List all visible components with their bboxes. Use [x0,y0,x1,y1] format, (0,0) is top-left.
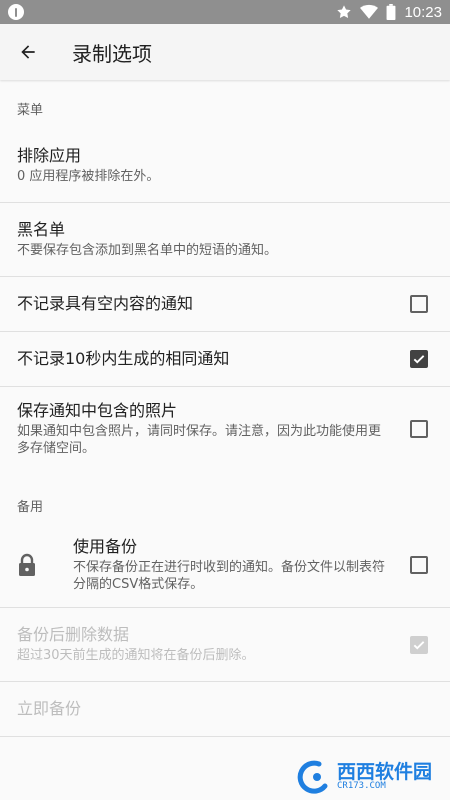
pref-title: 备份后删除数据 [17,625,130,644]
pref-delete-after-backup: 备份后删除数据 超过30天前生成的通知将在备份后删除。 [0,608,450,682]
checkbox-save-photos[interactable] [410,420,428,438]
page-title: 录制选项 [72,41,152,66]
watermark-brand: 西西软件园 [336,761,432,783]
pref-save-photos[interactable]: 保存通知中包含的照片 如果通知中包含照片，请同时保存。请注意，因为此功能使用更多… [0,387,450,471]
check-icon [413,355,425,364]
lock-icon [19,553,35,576]
pref-skip-empty[interactable]: 不记录具有空内容的通知 [0,277,450,332]
settings-list: 菜单 排除应用 0 应用程序被排除在外。 黑名单 不要保存包含添加到黑名单中的短… [0,80,450,737]
watermark-logo: 西西软件园 CR173.COM [295,760,432,794]
pref-skip-duplicate[interactable]: 不记录10秒内生成的相同通知 [0,332,450,387]
pref-title: 保存通知中包含的照片 [17,401,178,420]
pref-summary: 如果通知中包含照片，请同时保存。请注意，因为此功能使用更多存储空间。 [17,424,382,456]
pref-title: 排除应用 [17,145,82,165]
pref-summary: 0 应用程序被排除在外。 [17,168,160,184]
arrow-back-icon [21,45,35,59]
status-time: 10:23 [404,3,442,21]
battery-icon [387,4,396,20]
checkbox-delete-after-backup [410,635,428,654]
section-header-backup: 备用 [17,500,44,515]
checkbox-use-backup[interactable] [410,556,428,574]
pref-use-backup[interactable]: 使用备份 不保存备份正在进行时收到的通知。备份文件以制表符分隔的CSV格式保存。 [0,523,450,608]
watermark-domain: CR173.COM [336,781,386,791]
checkbox-skip-empty[interactable] [410,295,428,313]
wifi-icon [360,4,379,19]
status-bar: 10:23 [0,0,450,24]
app-bar: 录制选项 [0,24,450,80]
brand-logo-icon [297,760,328,794]
pref-summary: 不保存备份正在进行时收到的通知。备份文件以制表符分隔的CSV格式保存。 [73,560,386,592]
check-icon [413,640,425,650]
alert-icon [8,4,24,20]
pref-summary: 不要保存包含添加到黑名单中的短语的通知。 [17,243,278,258]
pref-title: 使用备份 [73,537,138,556]
pref-title: 不记录10秒内生成的相同通知 [17,349,230,368]
back-button[interactable] [0,24,56,80]
pref-blacklist[interactable]: 黑名单 不要保存包含添加到黑名单中的短语的通知。 [0,203,450,277]
pref-exclude-apps[interactable]: 排除应用 0 应用程序被排除在外。 [0,128,450,203]
section-header-menu: 菜单 [17,103,44,118]
star-icon [337,5,352,19]
pref-backup-now: 立即备份 [0,682,450,737]
pref-summary: 超过30天前生成的通知将在备份后删除。 [17,648,255,663]
checkbox-skip-duplicate[interactable] [410,350,428,368]
pref-title: 立即备份 [17,699,82,718]
pref-title: 不记录具有空内容的通知 [17,294,194,313]
pref-title: 黑名单 [17,220,66,239]
